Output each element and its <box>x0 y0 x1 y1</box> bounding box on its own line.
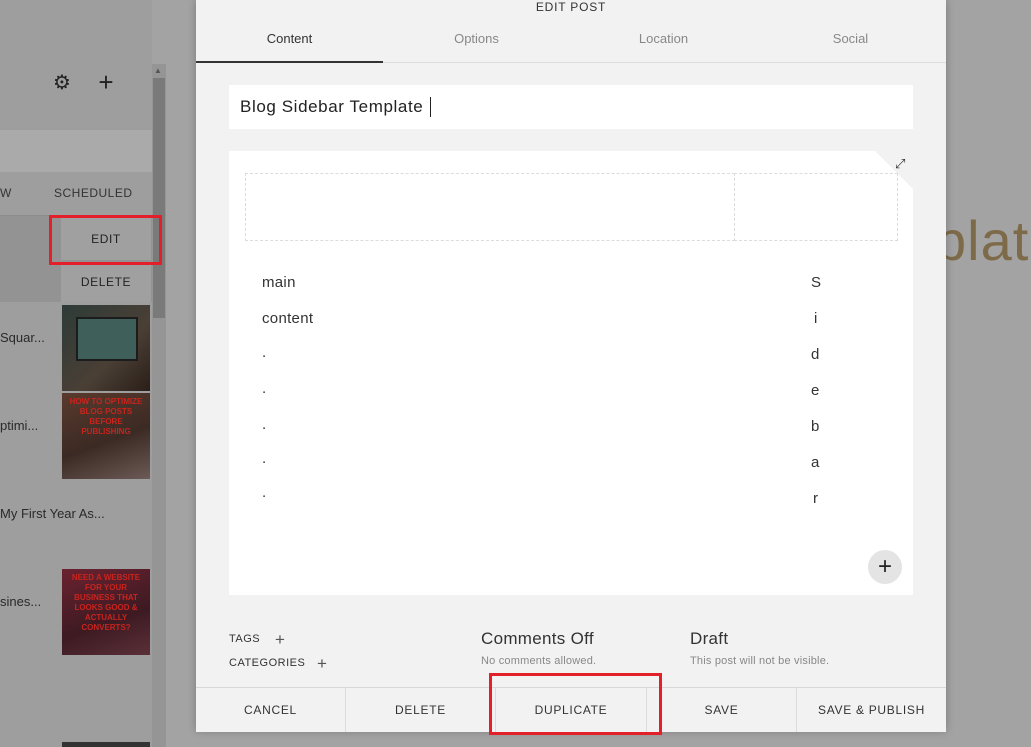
delete-post-button[interactable]: DELETE <box>346 688 495 732</box>
scroll-up-icon[interactable]: ▲ <box>154 66 162 75</box>
search-bar[interactable] <box>0 130 152 172</box>
main-content-line[interactable]: main <box>262 274 296 291</box>
main-content-line[interactable]: content <box>262 310 313 327</box>
tab-options[interactable]: Options <box>383 30 570 48</box>
main-content-line[interactable]: . <box>262 416 266 433</box>
post-list-panel: ⚙ + W SCHEDULED EDIT DELETE Squar... pti… <box>0 0 152 747</box>
sidebar-content-line[interactable]: a <box>811 454 819 471</box>
empty-block-sidebar[interactable] <box>734 173 898 241</box>
cancel-button[interactable]: CANCEL <box>196 688 345 732</box>
tab-social[interactable]: Social <box>757 30 944 48</box>
dialog-footer: CANCEL DELETE DUPLICATE SAVE SAVE & PUBL… <box>196 687 946 732</box>
post-status-description: This post will not be visible. <box>690 655 830 667</box>
duplicate-button[interactable]: DUPLICATE <box>496 688 646 732</box>
save-button[interactable]: SAVE <box>647 688 796 732</box>
post-thumbnail[interactable] <box>62 742 150 747</box>
main-content-line[interactable]: . <box>262 344 266 361</box>
save-publish-button[interactable]: SAVE & PUBLISH <box>797 688 946 732</box>
expand-icon[interactable]: ⤢ <box>895 156 905 172</box>
add-tag-icon[interactable]: + <box>275 631 285 648</box>
sidebar-content-line[interactable]: r <box>813 490 818 507</box>
sidebar-content-line[interactable]: e <box>811 382 819 399</box>
main-content-line[interactable]: . <box>262 450 266 467</box>
edit-button[interactable]: EDIT <box>61 218 151 260</box>
post-thumbnail[interactable]: HOW TO OPTIMIZE BLOG POSTS BEFORE PUBLIS… <box>62 393 150 479</box>
gear-icon[interactable]: ⚙ <box>52 73 72 93</box>
main-content-line[interactable]: . <box>262 484 266 501</box>
comments-description: No comments allowed. <box>481 655 597 667</box>
tab-content[interactable]: Content <box>196 30 383 48</box>
column-header-partial: W <box>0 186 12 200</box>
dialog-title: EDIT POST <box>535 0 607 14</box>
post-status[interactable]: Draft <box>690 629 728 649</box>
empty-block-main[interactable] <box>245 173 735 241</box>
add-block-button[interactable]: + <box>868 550 902 584</box>
post-title-input[interactable] <box>229 85 913 129</box>
text-caret <box>430 97 431 117</box>
sidebar-content-line[interactable]: i <box>814 310 817 327</box>
add-category-icon[interactable]: + <box>317 655 327 672</box>
list-item[interactable]: Squar... <box>0 330 45 345</box>
edit-post-dialog: EDIT POST Content Options Location Socia… <box>196 0 946 732</box>
list-item[interactable]: My First Year As... <box>0 506 105 521</box>
list-item[interactable]: sines... <box>0 594 41 609</box>
thumbnail-text: HOW TO OPTIMIZE BLOG POSTS BEFORE PUBLIS… <box>69 397 143 436</box>
delete-button[interactable]: DELETE <box>61 262 151 302</box>
plus-icon[interactable]: + <box>96 69 116 95</box>
content-editor[interactable]: ⤢ main content . . . . . S i d e b a r + <box>229 151 913 595</box>
active-tab-indicator <box>196 61 383 63</box>
sidebar-content-line[interactable]: b <box>811 418 819 435</box>
comments-status[interactable]: Comments Off <box>481 629 594 649</box>
thumbnail-text: NEED A WEBSITE FOR YOUR BUSINESS THAT LO… <box>71 573 141 632</box>
sidebar-content-line[interactable]: d <box>811 346 819 363</box>
list-item[interactable]: ptimi... <box>0 418 38 433</box>
post-thumbnail[interactable] <box>62 305 150 391</box>
column-header-scheduled[interactable]: SCHEDULED <box>54 186 133 200</box>
categories-label: CATEGORIES <box>229 657 306 669</box>
post-thumbnail[interactable]: NEED A WEBSITE FOR YOUR BUSINESS THAT LO… <box>62 569 150 655</box>
background-page-title: plate <box>935 209 1031 272</box>
sidebar-content-line[interactable]: S <box>811 274 821 291</box>
main-content-line[interactable]: . <box>262 380 266 397</box>
tab-bar: Content Options Location Social <box>196 30 946 63</box>
tags-label: TAGS <box>229 633 261 645</box>
tab-location[interactable]: Location <box>570 30 757 48</box>
scrollbar-thumb[interactable] <box>153 78 165 318</box>
